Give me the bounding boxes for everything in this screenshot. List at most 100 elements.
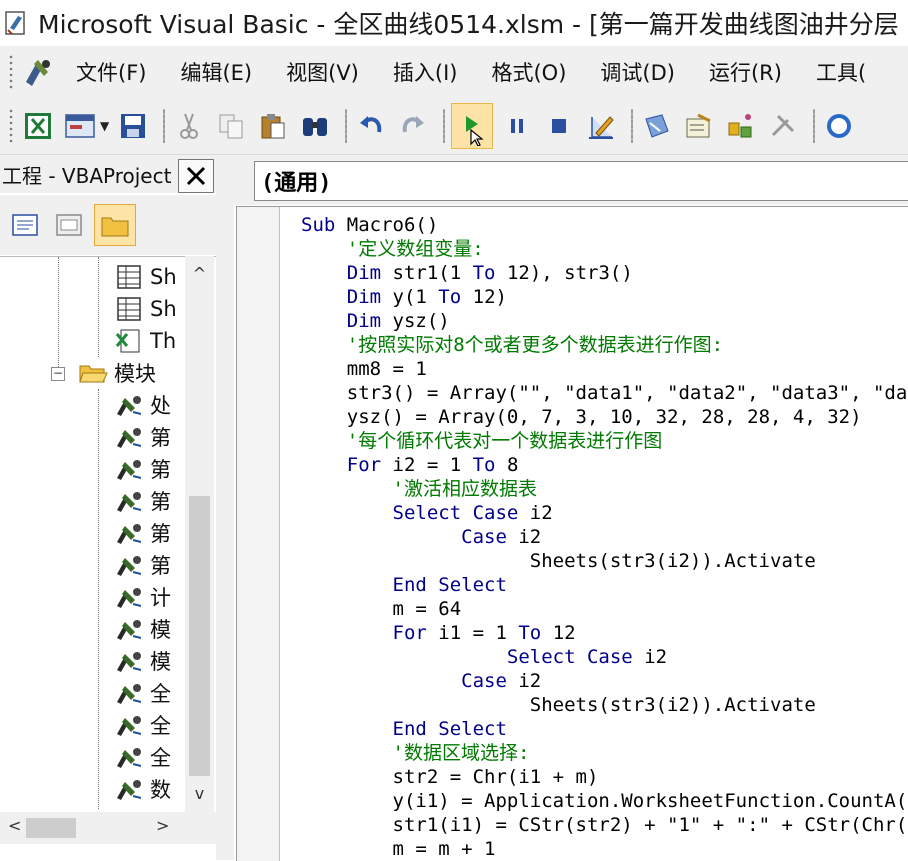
tree-item-sheet[interactable]: Sh: [112, 261, 177, 293]
code-line[interactable]: Select Case i2: [301, 501, 908, 525]
menu-edit[interactable]: 编辑(E): [180, 57, 252, 87]
tree-item-module[interactable]: 全: [112, 677, 171, 709]
object-dropdown[interactable]: (通用): [254, 161, 908, 201]
tree-item-module[interactable]: 模: [112, 613, 171, 645]
tree-item-module[interactable]: 第: [112, 517, 171, 549]
toolbox-button[interactable]: [765, 106, 801, 146]
tree-item-workbook[interactable]: Th: [112, 325, 176, 357]
menu-file[interactable]: 文件(F): [76, 57, 146, 87]
code-line[interactable]: '按照实际对8个或者更多个数据表进行作图:: [301, 333, 908, 357]
code-line[interactable]: End Select: [301, 573, 908, 597]
save-button[interactable]: [115, 106, 151, 146]
code-line[interactable]: For i2 = 1 To 8: [301, 453, 908, 477]
menu-debug[interactable]: 调试(D): [600, 57, 675, 87]
cut-button[interactable]: [171, 106, 207, 146]
tree-item-module[interactable]: 全: [112, 741, 171, 773]
code-line[interactable]: Dim str1(1 To 12), str3(): [301, 261, 908, 285]
tree-vertical-scrollbar[interactable]: ^ v: [185, 256, 214, 812]
menu-insert[interactable]: 插入(I): [393, 57, 458, 87]
pane-splitter[interactable]: [216, 155, 234, 860]
code-line[interactable]: str2 = Chr(i1 + m): [301, 765, 908, 789]
module-icon: [112, 455, 146, 483]
view-object-button[interactable]: [50, 205, 88, 245]
pause-button[interactable]: [499, 106, 535, 146]
toggle-folders-button[interactable]: [94, 204, 136, 246]
scroll-down-icon[interactable]: v: [189, 784, 210, 803]
title-bar: Microsoft Visual Basic - 全区曲线0514.xlsm -…: [0, 0, 908, 46]
redo-button[interactable]: [395, 106, 431, 146]
code-line[interactable]: Sheets(str3(i2)).Activate: [301, 693, 908, 717]
scroll-thumb[interactable]: [26, 818, 76, 838]
view-code-button[interactable]: [6, 205, 44, 245]
menu-format[interactable]: 格式(O): [491, 57, 566, 87]
code-line[interactable]: '定义数组变量:: [301, 237, 908, 261]
paste-button[interactable]: [255, 106, 291, 146]
tree-item-module[interactable]: 第: [112, 421, 171, 453]
code-line[interactable]: Dim ysz(): [301, 309, 908, 333]
code-line[interactable]: Sub Macro6(): [301, 213, 908, 237]
tree-folder-modules[interactable]: 模块: [76, 357, 156, 389]
scroll-up-icon[interactable]: ^: [189, 264, 210, 283]
code-line[interactable]: Dim y(1 To 12): [301, 285, 908, 309]
tree-item-module[interactable]: 计: [112, 581, 171, 613]
code-line[interactable]: End Select: [301, 717, 908, 741]
code-comment: '每个循环代表对一个数据表进行作图: [346, 430, 663, 452]
tree-item-module[interactable]: 模: [112, 645, 171, 677]
code-line[interactable]: ysz() = Array(0, 7, 3, 10, 32, 28, 28, 4…: [301, 405, 908, 429]
copy-button[interactable]: [213, 106, 249, 146]
menu-run[interactable]: 运行(R): [709, 57, 782, 87]
run-macro-button[interactable]: [451, 103, 494, 149]
toolbar-grip-handle[interactable]: [8, 108, 14, 144]
code-line[interactable]: Case i2: [301, 525, 908, 549]
insert-userform-button[interactable]: [62, 106, 98, 146]
tree-item-sheet[interactable]: Sh: [112, 293, 177, 325]
code-line[interactable]: m = m + 1: [301, 837, 908, 861]
scroll-left-icon[interactable]: <: [8, 816, 21, 835]
tree-horizontal-scrollbar[interactable]: < >: [0, 812, 216, 844]
tree-item-module[interactable]: 第: [112, 549, 171, 581]
tree-item-module[interactable]: 全: [112, 709, 171, 741]
menu-view[interactable]: 视图(V): [286, 57, 359, 87]
object-browser-button[interactable]: [723, 106, 759, 146]
code-token: m = m + 1: [392, 838, 496, 860]
close-project-pane-button[interactable]: [178, 159, 214, 193]
chevron-down-icon[interactable]: ▼: [100, 119, 109, 133]
tree-item-module[interactable]: 第: [112, 485, 171, 517]
tree-item-label: 第: [150, 426, 171, 450]
code-line[interactable]: '数据区域选择:: [301, 741, 908, 765]
code-line[interactable]: mm8 = 1: [301, 357, 908, 381]
menu-tools[interactable]: 工具(: [816, 57, 866, 87]
code-line[interactable]: str3() = Array("", "data1", "data2", "da…: [301, 381, 908, 405]
menu-bar: 文件(F) 编辑(E) 视图(V) 插入(I) 格式(O) 调试(D) 运行(R…: [0, 46, 908, 98]
code-line[interactable]: y(i1) = Application.WorksheetFunction.Co…: [301, 789, 908, 813]
code-line[interactable]: '每个循环代表对一个数据表进行作图: [301, 429, 908, 453]
scroll-thumb[interactable]: [189, 496, 210, 776]
tree-item-module[interactable]: 数: [112, 773, 171, 805]
tree-item-module[interactable]: 处: [112, 389, 171, 421]
code-line[interactable]: For i1 = 1 To 12: [301, 621, 908, 645]
code-token: y(i1) = Application.WorksheetFunction.Co…: [392, 790, 908, 812]
scroll-right-icon[interactable]: >: [156, 816, 169, 835]
project-explorer-button[interactable]: [639, 106, 675, 146]
menu-grip-handle[interactable]: [8, 54, 14, 90]
reset-button[interactable]: [541, 106, 577, 146]
undo-button[interactable]: [353, 106, 389, 146]
code-line[interactable]: '激活相应数据表: [301, 477, 908, 501]
design-mode-button[interactable]: [583, 106, 619, 146]
view-excel-button[interactable]: [20, 106, 56, 146]
tree-item-module[interactable]: 第: [112, 453, 171, 485]
code-line[interactable]: m = 64: [301, 597, 908, 621]
code-line[interactable]: Sheets(str3(i2)).Activate: [301, 549, 908, 573]
code-text[interactable]: Sub Macro6() '定义数组变量: Dim str1(1 To 12),…: [301, 213, 908, 861]
code-line[interactable]: Select Case i2: [301, 645, 908, 669]
code-line[interactable]: str1(i1) = CStr(str2) + "1" + ":" + CStr…: [301, 813, 908, 837]
collapse-toggle[interactable]: −: [51, 367, 65, 381]
find-button[interactable]: [297, 106, 333, 146]
stop-icon: [552, 119, 567, 133]
properties-window-button[interactable]: [681, 106, 717, 146]
code-line[interactable]: Case i2: [301, 669, 908, 693]
code-editor[interactable]: Sub Macro6() '定义数组变量: Dim str1(1 To 12),…: [236, 206, 908, 861]
code-margin[interactable]: [237, 207, 280, 861]
help-button[interactable]: [821, 106, 857, 146]
